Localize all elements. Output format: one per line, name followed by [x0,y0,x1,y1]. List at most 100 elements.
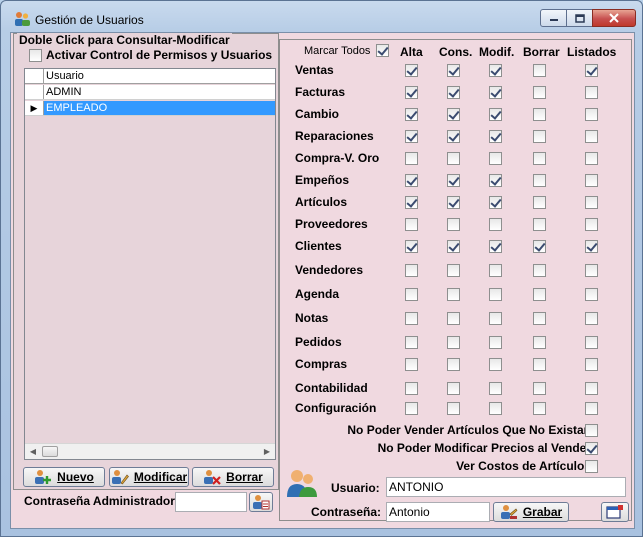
permission-checkbox-cons[interactable] [447,240,460,253]
row-header[interactable]: ▶ [25,101,44,115]
maximize-button[interactable] [566,9,593,27]
permission-checkbox-borrar[interactable] [533,64,546,77]
option-checkbox[interactable] [585,424,598,437]
permission-checkbox-modif[interactable] [489,288,502,301]
permission-checkbox-listados[interactable] [585,64,598,77]
permission-checkbox-borrar[interactable] [533,218,546,231]
permission-checkbox-alta[interactable] [405,358,418,371]
permission-checkbox-listados[interactable] [585,264,598,277]
permission-checkbox-modif[interactable] [489,402,502,415]
permission-checkbox-modif[interactable] [489,174,502,187]
permission-checkbox-borrar[interactable] [533,152,546,165]
permission-checkbox-modif[interactable] [489,336,502,349]
permission-checkbox-modif[interactable] [489,218,502,231]
permission-checkbox-modif[interactable] [489,312,502,325]
permission-checkbox-cons[interactable] [447,86,460,99]
permission-checkbox-listados[interactable] [585,402,598,415]
permission-checkbox-cons[interactable] [447,152,460,165]
permission-checkbox-listados[interactable] [585,152,598,165]
permission-checkbox-modif[interactable] [489,196,502,209]
permission-checkbox-modif[interactable] [489,86,502,99]
permission-checkbox-alta[interactable] [405,152,418,165]
delete-button[interactable]: Borrar [192,467,274,487]
horizontal-scrollbar[interactable]: ◀ ▶ [25,443,275,459]
mark-all-checkbox[interactable] [376,44,390,57]
permission-checkbox-borrar[interactable] [533,358,546,371]
title-bar[interactable]: Gestión de Usuarios [1,1,642,33]
permission-checkbox-modif[interactable] [489,358,502,371]
permission-checkbox-listados[interactable] [585,196,598,209]
save-button[interactable]: Grabar [493,502,569,522]
option-checkbox[interactable] [585,460,598,473]
contrasena-input[interactable]: Antonio [386,502,490,522]
permission-checkbox-alta[interactable] [405,218,418,231]
permission-checkbox-borrar[interactable] [533,86,546,99]
permission-checkbox-alta[interactable] [405,86,418,99]
permission-checkbox-listados[interactable] [585,108,598,121]
usuario-input[interactable]: ANTONIO [386,477,626,497]
scroll-right-icon[interactable]: ▶ [259,444,275,459]
table-row[interactable]: ▶ EMPLEADO [25,101,275,116]
permission-checkbox-alta[interactable] [405,312,418,325]
permission-checkbox-alta[interactable] [405,108,418,121]
permission-checkbox-borrar[interactable] [533,196,546,209]
user-cell[interactable]: ADMIN [44,85,275,99]
permission-checkbox-modif[interactable] [489,108,502,121]
permission-checkbox-listados[interactable] [585,130,598,143]
table-row[interactable]: ADMIN [25,85,275,100]
permission-checkbox-alta[interactable] [405,288,418,301]
permission-checkbox-modif[interactable] [489,240,502,253]
grid-column-usuario[interactable]: Usuario [44,69,84,83]
permission-checkbox-listados[interactable] [585,312,598,325]
permission-checkbox-modif[interactable] [489,264,502,277]
permission-checkbox-listados[interactable] [585,358,598,371]
permission-checkbox-listados[interactable] [585,86,598,99]
permission-checkbox-borrar[interactable] [533,312,546,325]
admin-password-input[interactable] [175,492,247,512]
permission-checkbox-borrar[interactable] [533,108,546,121]
permission-checkbox-alta[interactable] [405,382,418,395]
permission-checkbox-borrar[interactable] [533,130,546,143]
permission-checkbox-listados[interactable] [585,382,598,395]
permission-checkbox-borrar[interactable] [533,382,546,395]
scroll-thumb[interactable] [42,446,58,457]
permission-checkbox-cons[interactable] [447,402,460,415]
permission-checkbox-cons[interactable] [447,64,460,77]
minimize-button[interactable] [540,9,567,27]
admin-login-button[interactable] [249,492,273,512]
permission-checkbox-cons[interactable] [447,288,460,301]
modify-button[interactable]: Modificar [109,467,189,487]
scroll-left-icon[interactable]: ◀ [25,444,41,459]
window-popup-button[interactable] [601,502,629,522]
option-checkbox[interactable] [585,442,598,455]
permission-checkbox-modif[interactable] [489,152,502,165]
permission-checkbox-cons[interactable] [447,264,460,277]
new-button[interactable]: Nuevo [23,467,105,487]
permission-checkbox-listados[interactable] [585,240,598,253]
close-button[interactable] [592,9,636,27]
permission-checkbox-alta[interactable] [405,402,418,415]
permission-checkbox-alta[interactable] [405,240,418,253]
permission-checkbox-alta[interactable] [405,264,418,277]
permission-checkbox-alta[interactable] [405,196,418,209]
permission-checkbox-modif[interactable] [489,382,502,395]
row-header[interactable] [25,85,44,99]
permission-checkbox-borrar[interactable] [533,240,546,253]
permission-checkbox-cons[interactable] [447,130,460,143]
permission-checkbox-cons[interactable] [447,312,460,325]
permission-checkbox-borrar[interactable] [533,402,546,415]
permission-checkbox-alta[interactable] [405,130,418,143]
permission-checkbox-modif[interactable] [489,64,502,77]
permission-checkbox-listados[interactable] [585,288,598,301]
permission-checkbox-listados[interactable] [585,174,598,187]
permission-checkbox-listados[interactable] [585,336,598,349]
permission-checkbox-cons[interactable] [447,218,460,231]
permission-checkbox-cons[interactable] [447,196,460,209]
permission-checkbox-cons[interactable] [447,336,460,349]
users-grid[interactable]: Usuario ADMIN ▶ EMPLEADO ◀ ▶ [24,68,276,460]
permission-checkbox-modif[interactable] [489,130,502,143]
mark-all-row[interactable]: Marcar Todos [304,44,390,57]
permission-checkbox-alta[interactable] [405,336,418,349]
permission-checkbox-alta[interactable] [405,174,418,187]
user-cell[interactable]: EMPLEADO [44,101,275,115]
